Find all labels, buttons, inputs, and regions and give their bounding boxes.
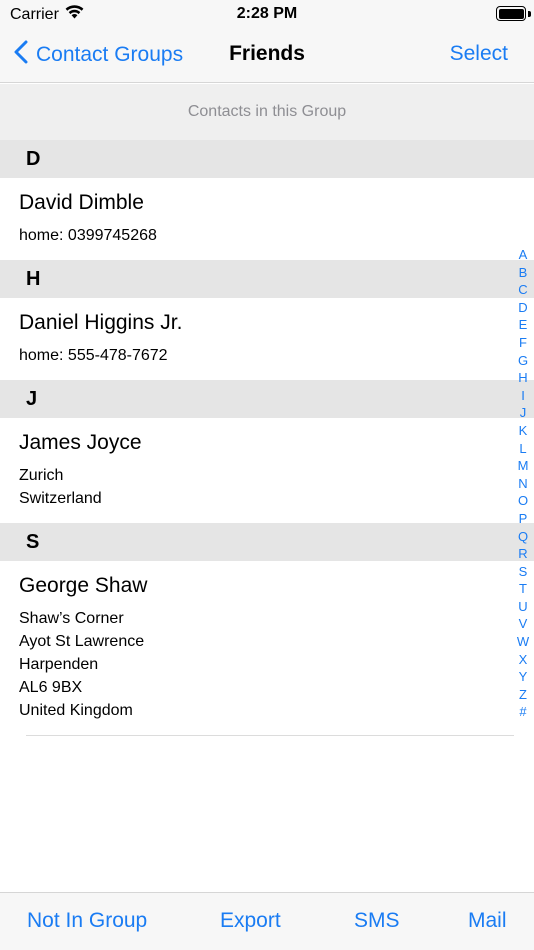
index-letter-z[interactable]: Z (519, 686, 527, 704)
contact-row-david-dimble[interactable]: David Dimble home: 0399745268 (0, 178, 534, 260)
list-end-divider (26, 735, 514, 736)
index-letter-n[interactable]: N (518, 475, 527, 493)
battery-icon (496, 6, 526, 21)
index-letter-p[interactable]: P (519, 510, 528, 528)
index-letter-i[interactable]: I (521, 387, 525, 405)
navigation-bar: Contact Groups Friends Select (0, 28, 534, 83)
section-header-s: S (0, 523, 534, 561)
battery-nub (528, 11, 531, 17)
contact-detail: Zurich (19, 467, 64, 484)
contact-name: David Dimble (19, 191, 144, 214)
section-letter: S (26, 530, 40, 553)
index-letter-o[interactable]: O (518, 492, 528, 510)
index-letter-h[interactable]: H (518, 369, 527, 387)
section-header-h: H (0, 260, 534, 298)
contact-name: Daniel Higgins Jr. (19, 311, 183, 334)
mail-button[interactable]: Mail (468, 909, 507, 933)
contact-name: James Joyce (19, 431, 142, 454)
index-letter-hash[interactable]: # (519, 703, 526, 721)
index-letter-b[interactable]: B (519, 264, 528, 282)
section-header-j: J (0, 380, 534, 418)
index-letter-j[interactable]: J (520, 404, 527, 422)
section-header-d: D (0, 140, 534, 178)
sms-button[interactable]: SMS (354, 909, 400, 933)
contact-detail: home: 555-478-7672 (19, 347, 168, 364)
index-letter-y[interactable]: Y (519, 668, 528, 686)
index-letter-k[interactable]: K (519, 422, 528, 440)
contact-detail: Ayot St Lawrence (19, 633, 145, 650)
index-letter-w[interactable]: W (517, 633, 529, 651)
status-bar: Carrier 2:28 PM (0, 0, 534, 28)
index-letter-e[interactable]: E (519, 316, 528, 334)
index-letter-t[interactable]: T (519, 580, 527, 598)
select-button[interactable]: Select (450, 42, 508, 66)
index-letter-q[interactable]: Q (518, 528, 528, 546)
contact-name: George Shaw (19, 574, 148, 597)
contact-row-james-joyce[interactable]: James Joyce Zurich Switzerland (0, 418, 534, 523)
section-letter: J (26, 387, 38, 410)
index-letter-l[interactable]: L (519, 440, 526, 458)
index-letter-v[interactable]: V (519, 615, 528, 633)
section-letter: D (26, 147, 41, 170)
not-in-group-button[interactable]: Not In Group (27, 909, 147, 933)
index-letter-x[interactable]: X (519, 651, 528, 669)
index-letter-g[interactable]: G (518, 352, 528, 370)
group-header: Contacts in this Group (0, 84, 534, 140)
status-time: 2:28 PM (236, 5, 298, 22)
index-letter-r[interactable]: R (518, 545, 527, 563)
contact-row-daniel-higgins[interactable]: Daniel Higgins Jr. home: 555-478-7672 (0, 298, 534, 380)
export-button[interactable]: Export (220, 909, 281, 933)
contact-detail: United Kingdom (19, 702, 133, 719)
bottom-toolbar: Not In Group Export SMS Mail (0, 892, 534, 950)
contact-detail: home: 0399745268 (19, 227, 157, 244)
contact-detail: Switzerland (19, 490, 102, 507)
index-letter-f[interactable]: F (519, 334, 527, 352)
index-letter-s[interactable]: S (519, 563, 528, 581)
contact-detail: Shaw’s Corner (19, 610, 124, 627)
index-letter-d[interactable]: D (518, 299, 527, 317)
contact-detail: Harpenden (19, 656, 99, 673)
screen: Carrier 2:28 PM Contact Groups Friends S… (0, 0, 534, 950)
index-letter-u[interactable]: U (518, 598, 527, 616)
index-letter-m[interactable]: M (518, 457, 529, 475)
contact-detail: AL6 9BX (19, 679, 83, 696)
section-index[interactable]: A B C D E F G H I J K L M N O P Q R S T … (516, 246, 530, 721)
section-letter: H (26, 267, 41, 290)
index-letter-c[interactable]: C (518, 281, 527, 299)
contact-list: D David Dimble home: 0399745268 H Daniel… (0, 140, 534, 736)
contact-row-george-shaw[interactable]: George Shaw Shaw’s Corner Ayot St Lawren… (0, 561, 534, 735)
index-letter-a[interactable]: A (519, 246, 528, 264)
